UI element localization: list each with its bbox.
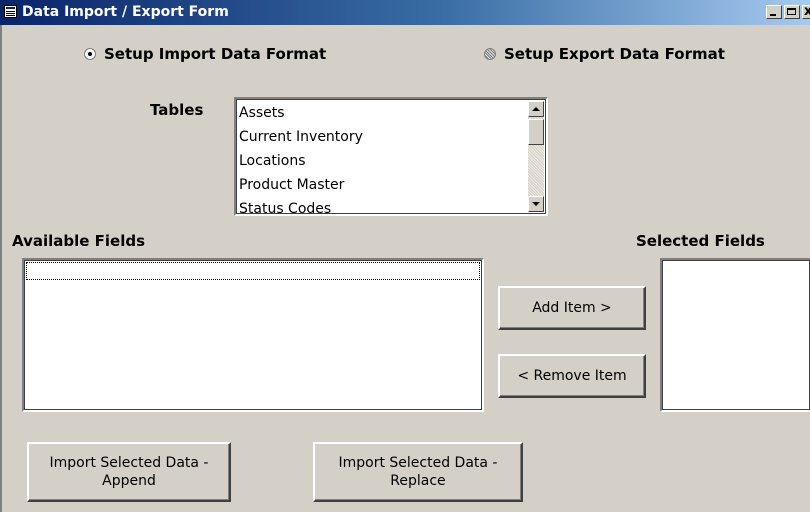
- tables-scrollbar[interactable]: [528, 101, 544, 212]
- remove-item-button[interactable]: < Remove Item: [498, 354, 646, 398]
- scroll-up-icon[interactable]: [528, 101, 544, 117]
- selected-fields-label: Selected Fields: [636, 232, 765, 250]
- add-item-button[interactable]: Add Item >: [498, 286, 646, 330]
- close-icon: x: [804, 4, 810, 19]
- focus-row[interactable]: [26, 262, 480, 280]
- export-format-label: Setup Export Data Format: [504, 45, 725, 63]
- form-body: Setup Import Data Format Setup Export Da…: [0, 25, 810, 512]
- tables-items: Assets Current Inventory Locations Produ…: [239, 101, 363, 221]
- list-item[interactable]: Status Codes: [239, 197, 363, 221]
- available-fields-label: Available Fields: [12, 232, 146, 250]
- tables-listbox[interactable]: Assets Current Inventory Locations Produ…: [234, 97, 548, 217]
- scroll-thumb[interactable]: [528, 119, 544, 145]
- export-radio[interactable]: [484, 48, 496, 60]
- import-radio[interactable]: [84, 48, 96, 60]
- export-format-option[interactable]: Setup Export Data Format: [484, 45, 725, 63]
- list-item[interactable]: Assets: [239, 101, 363, 125]
- list-item[interactable]: Product Master: [239, 173, 363, 197]
- available-fields-listbox[interactable]: [22, 258, 484, 412]
- import-format-label: Setup Import Data Format: [104, 45, 327, 63]
- import-replace-button[interactable]: Import Selected Data - Replace: [313, 442, 523, 502]
- tables-label: Tables: [150, 101, 204, 119]
- window-title: Data Import / Export Form: [22, 4, 229, 20]
- close-button[interactable]: x: [802, 4, 810, 19]
- selected-fields-listbox[interactable]: [660, 258, 810, 412]
- maximize-button[interactable]: [784, 5, 800, 19]
- import-append-button[interactable]: Import Selected Data - Append: [27, 442, 231, 502]
- minimize-button[interactable]: [766, 5, 782, 19]
- form-icon: [4, 5, 17, 18]
- import-format-option[interactable]: Setup Import Data Format: [84, 45, 326, 63]
- title-bar[interactable]: Data Import / Export Form x: [0, 0, 810, 25]
- list-item[interactable]: Current Inventory: [239, 125, 363, 149]
- scroll-down-icon[interactable]: [528, 196, 544, 212]
- list-item[interactable]: Locations: [239, 149, 363, 173]
